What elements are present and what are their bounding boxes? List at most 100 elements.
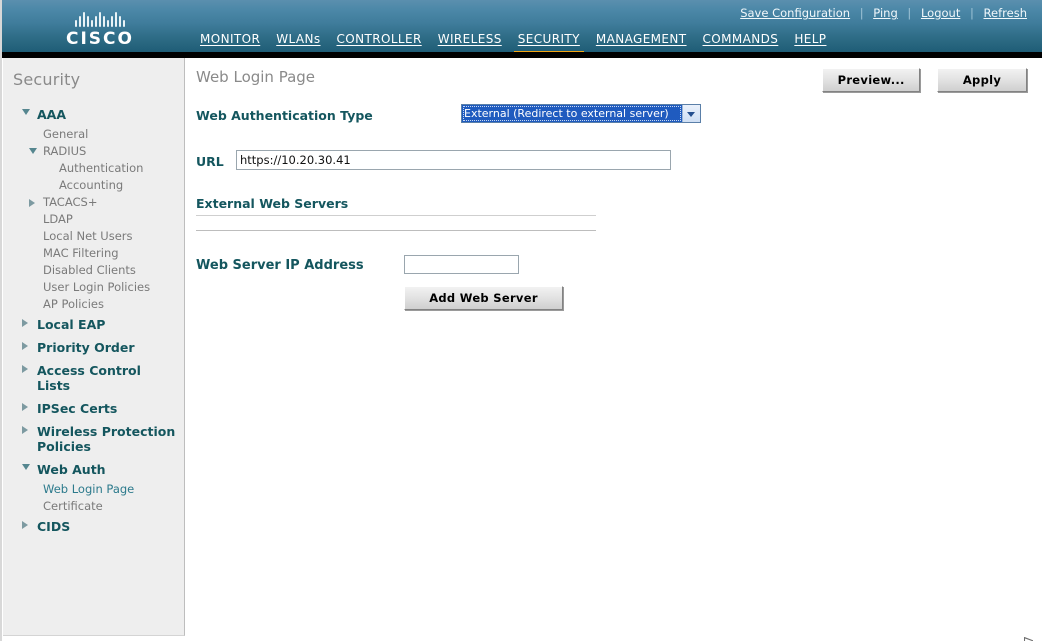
sidebar-item-user-login-policies[interactable]: User Login Policies <box>3 279 184 296</box>
sidebar-item-priority-order[interactable]: Priority Order <box>3 336 184 359</box>
sidebar-item-label: CIDS <box>37 519 71 534</box>
sidebar-item-label: Accounting <box>59 178 124 192</box>
figure-number: 221887 <box>1022 635 1036 641</box>
triangle-right-icon[interactable] <box>22 365 28 373</box>
sidebar-item-accounting[interactable]: Accounting <box>3 177 184 194</box>
sidebar-item-wireless-protection-policies[interactable]: Wireless Protection Policies <box>3 420 184 458</box>
app-header: CISCO Save Configuration | Ping | Logout… <box>0 0 1042 52</box>
sidebar-item-certificate[interactable]: Certificate <box>3 498 184 515</box>
triangle-down-icon[interactable] <box>22 109 30 115</box>
sidebar-item-label: MAC Filtering <box>43 246 119 260</box>
triangle-right-icon[interactable] <box>22 319 28 327</box>
nav-item-label: SECURITY <box>517 32 580 46</box>
sidebar-item-aaa[interactable]: AAA <box>3 103 184 126</box>
sidebar-item-ldap[interactable]: LDAP <box>3 211 184 228</box>
sidebar-item-label: Local Net Users <box>43 229 133 243</box>
sidebar-item-access-control-lists[interactable]: Access Control Lists <box>3 359 184 397</box>
nav-item-label: COMMANDS <box>702 32 779 46</box>
sidebar-item-label: LDAP <box>43 212 73 226</box>
web-auth-type-select[interactable]: External (Redirect to external server) <box>461 104 701 123</box>
sidebar-item-label: Priority Order <box>37 340 135 355</box>
preview-button[interactable]: Preview... <box>822 68 921 92</box>
sidebar-item-label: IPSec Certs <box>37 401 118 416</box>
sidebar-item-label: Access Control Lists <box>37 363 141 393</box>
sidebar-item-mac-filtering[interactable]: MAC Filtering <box>3 245 184 262</box>
add-web-server-row: Add Web Server <box>196 286 1016 310</box>
nav-item-wireless[interactable]: WIRELESS <box>430 32 510 52</box>
nav-item-label: MANAGEMENT <box>595 32 687 46</box>
sidebar-item-disabled-clients[interactable]: Disabled Clients <box>3 262 184 279</box>
triangle-down-icon[interactable] <box>29 148 37 154</box>
main-navigation: MONITOR WLANs CONTROLLER WIRELESS SECURITY MA… <box>192 32 834 52</box>
page-title: Web Login Page <box>196 68 316 86</box>
nav-item-management[interactable]: MANAGEMENT <box>588 32 695 52</box>
sidebar-item-web-login-page[interactable]: Web Login Page <box>3 481 184 498</box>
triangle-right-icon[interactable] <box>22 426 28 434</box>
sidebar-item-tacacs-[interactable]: TACACS+ <box>3 194 184 211</box>
section-divider-bottom <box>196 230 596 231</box>
sidebar-item-general[interactable]: General <box>3 126 184 143</box>
nav-item-help[interactable]: HELP <box>786 32 834 52</box>
triangle-right-icon[interactable] <box>22 521 28 529</box>
nav-item-label: HELP <box>794 32 827 46</box>
sidebar-item-ipsec-certs[interactable]: IPSec Certs <box>3 397 184 420</box>
section-divider-top <box>196 215 596 216</box>
nav-item-label: WLANs <box>276 32 321 46</box>
nav-item-security[interactable]: SECURITY <box>510 32 588 52</box>
sidebar-item-cids[interactable]: CIDS <box>3 515 184 538</box>
url-input[interactable] <box>236 150 671 170</box>
sidebar-item-label: User Login Policies <box>43 280 151 294</box>
sidebar-item-ap-policies[interactable]: AP Policies <box>3 296 184 313</box>
cisco-logo: CISCO <box>48 10 152 49</box>
sidebar-item-authentication[interactable]: Authentication <box>3 160 184 177</box>
apply-button[interactable]: Apply <box>937 68 1027 92</box>
nav-item-label: CONTROLLER <box>336 32 422 46</box>
sidebar-item-label: AAA <box>37 107 67 122</box>
sidebar-item-local-eap[interactable]: Local EAP <box>3 313 184 336</box>
ping-link[interactable]: Ping <box>870 6 900 20</box>
sidebar-item-local-net-users[interactable]: Local Net Users <box>3 228 184 245</box>
link-separator-3: | <box>970 6 974 20</box>
application-window: CISCO Save Configuration | Ping | Logout… <box>0 0 1042 641</box>
link-separator-1: | <box>859 6 864 20</box>
sidebar-item-label: RADIUS <box>43 144 87 158</box>
triangle-right-icon[interactable] <box>22 403 28 411</box>
save-configuration-link[interactable]: Save Configuration <box>737 6 853 20</box>
triangle-right-icon[interactable] <box>22 342 28 350</box>
url-row: URL <box>196 150 1016 174</box>
sidebar-item-radius[interactable]: RADIUS <box>3 143 184 160</box>
triangle-right-icon[interactable] <box>29 199 35 207</box>
web-auth-type-selected-value: External (Redirect to external server) <box>462 105 682 122</box>
nav-item-controller[interactable]: CONTROLLER <box>329 32 430 52</box>
sidebar-title: Security <box>13 70 81 89</box>
cisco-bridge-logo-icon <box>48 10 152 27</box>
sidebar-item-label: Web Login Page <box>43 482 135 496</box>
sidebar-item-web-auth[interactable]: Web Auth <box>3 458 184 481</box>
web-auth-type-label: Web Authentication Type <box>196 108 373 123</box>
add-web-server-button[interactable]: Add Web Server <box>404 286 563 310</box>
content-action-buttons: Preview... Apply <box>822 68 1027 92</box>
web-auth-type-row: Web Authentication Type External (Redire… <box>196 104 1016 134</box>
logout-link[interactable]: Logout <box>918 6 963 20</box>
sidebar-item-label: Authentication <box>59 161 144 175</box>
nav-item-monitor[interactable]: MONITOR <box>192 32 268 52</box>
sidebar-item-label: AP Policies <box>43 297 104 311</box>
web-server-ip-label: Web Server IP Address <box>196 258 364 273</box>
external-web-servers-section: External Web Servers <box>196 196 596 231</box>
nav-item-wlans[interactable]: WLANs <box>268 32 328 52</box>
sidebar-item-label: Web Auth <box>37 462 106 477</box>
sidebar-item-label: General <box>43 127 89 141</box>
nav-item-commands[interactable]: COMMANDS <box>695 32 787 52</box>
content-panel: Web Login Page Preview... Apply Web Auth… <box>186 58 1039 636</box>
nav-item-label: WIRELESS <box>437 32 502 46</box>
link-separator-2: | <box>907 6 912 20</box>
sidebar-item-label: Local EAP <box>37 317 106 332</box>
web-server-ip-input[interactable] <box>404 255 519 274</box>
chevron-down-icon[interactable] <box>682 105 700 122</box>
external-web-servers-title: External Web Servers <box>196 196 349 211</box>
refresh-link[interactable]: Refresh <box>981 6 1030 20</box>
triangle-down-icon[interactable] <box>22 464 30 470</box>
sidebar-item-label: TACACS+ <box>43 195 98 209</box>
security-sidebar: Security AAA General RADIUS Authentication A… <box>3 58 185 636</box>
sidebar-item-label: Disabled Clients <box>43 263 136 277</box>
